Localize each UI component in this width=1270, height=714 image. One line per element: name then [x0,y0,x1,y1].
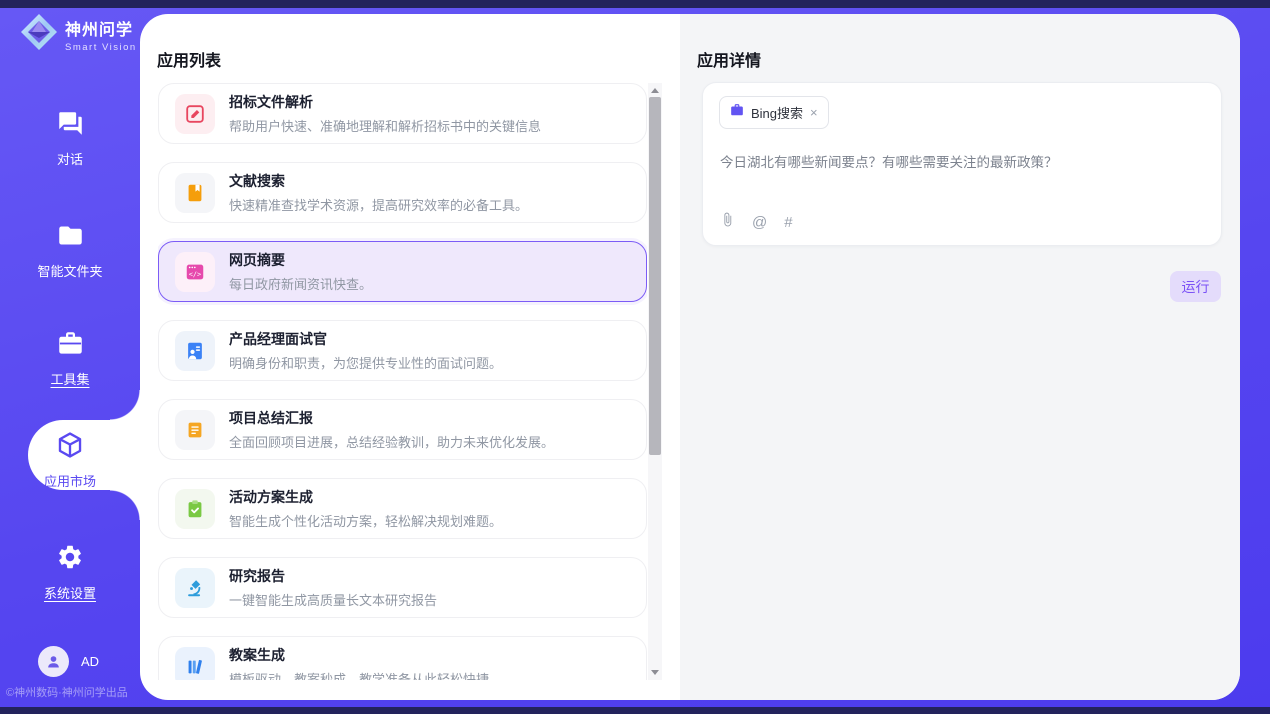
close-icon[interactable]: × [810,106,818,119]
gear-icon [56,543,84,576]
sidebar-item-label: 智能文件夹 [37,261,102,280]
app-card-title: 活动方案生成 [229,487,502,507]
chat-icon [57,110,84,142]
content-panel: 应用列表 招标文件解析 帮助用户快速、准确地理解和解析招标书中的关键信息 文献搜… [140,14,1240,700]
app-card-lesson-plan[interactable]: 教案生成 模板驱动，教案秒成，教学准备从此轻松快捷 [158,636,647,680]
books-icon [175,647,215,681]
cube-icon [56,431,84,464]
app-card-project-summary[interactable]: 项目总结汇报 全面回顾项目进展，总结经验教训，助力未来优化发展。 [158,399,647,460]
scroll-up-icon[interactable] [651,88,659,93]
app-card-desc: 快速精准查找学术资源，提高研究效率的必备工具。 [229,195,528,214]
app-detail-title: 应用详情 [697,47,761,71]
app-list-scrollbar[interactable] [648,83,662,680]
sidebar-item-label: 工具集 [50,369,89,388]
query-editor-card[interactable]: Bing搜索 × 今日湖北有哪些新闻要点？有哪些需要关注的最新政策？ @ # [702,82,1222,246]
editor-toolbar: @ # [720,212,793,232]
app-card-desc: 帮助用户快速、准确地理解和解析招标书中的关键信息 [229,116,541,135]
copyright-footer: ©神州数码·神州问学出品 [6,684,128,700]
app-card-desc: 智能生成个性化活动方案，轻松解决规划难题。 [229,511,502,530]
app-card-literature-search[interactable]: 文献搜索 快速精准查找学术资源，提高研究效率的必备工具。 [158,162,647,223]
svg-text:</>: </> [189,270,201,278]
app-list: 招标文件解析 帮助用户快速、准确地理解和解析招标书中的关键信息 文献搜索 快速精… [158,83,647,680]
tool-chip-bing-search[interactable]: Bing搜索 × [719,96,829,129]
scroll-down-icon[interactable] [651,670,659,675]
query-input[interactable]: 今日湖北有哪些新闻要点？有哪些需要关注的最新政策？ [720,151,1200,171]
clipboard-check-icon [175,489,215,529]
app-card-web-summary[interactable]: </> 网页摘要 每日政府新闻资讯快查。 [158,241,647,302]
app-card-desc: 明确身份和职责，为您提供专业性的面试问题。 [229,353,502,372]
app-card-title: 文献搜索 [229,171,528,191]
browser-code-icon: </> [175,252,215,292]
briefcase-icon [730,103,744,122]
brand-name: 神州问学 [65,16,137,40]
app-card-title: 招标文件解析 [229,92,541,112]
sidebar-item-label: 系统设置 [44,583,96,602]
run-button[interactable]: 运行 [1170,271,1221,302]
book-icon [175,173,215,213]
brand-logo: 神州问学 Smart Vision [20,13,137,56]
app-card-research-report[interactable]: 研究报告 一键智能生成高质量长文本研究报告 [158,557,647,618]
app-card-title: 教案生成 [229,645,489,665]
note-icon [175,410,215,450]
toolbox-icon [57,330,84,362]
diamond-logo-icon [20,13,58,56]
avatar[interactable] [38,646,69,677]
app-card-title: 网页摘要 [229,250,372,270]
sidebar-item-settings[interactable]: 系统设置 [0,543,140,602]
folder-icon [57,222,84,254]
app-card-bid-parse[interactable]: 招标文件解析 帮助用户快速、准确地理解和解析招标书中的关键信息 [158,83,647,144]
user-name: AD [81,654,99,669]
sidebar-item-label: 对话 [57,149,83,168]
brand-subtitle: Smart Vision [65,42,137,53]
app-card-title: 项目总结汇报 [229,408,554,428]
user-account[interactable]: AD [38,646,99,677]
app-card-title: 研究报告 [229,566,437,586]
mention-icon[interactable]: @ [752,214,767,231]
app-card-desc: 模板驱动，教案秒成，教学准备从此轻松快捷 [229,669,489,680]
person-doc-icon [175,331,215,371]
sidebar-item-app-market[interactable]: 应用市场 [0,431,140,490]
sidebar-item-chat[interactable]: 对话 [0,110,140,168]
pen-square-icon [175,94,215,134]
app-card-desc: 全面回顾项目进展，总结经验教训，助力未来优化发展。 [229,432,554,451]
microscope-icon [175,568,215,608]
sidebar-item-toolset[interactable]: 工具集 [0,330,140,388]
app-card-desc: 一键智能生成高质量长文本研究报告 [229,590,437,609]
app-card-event-plan[interactable]: 活动方案生成 智能生成个性化活动方案，轻松解决规划难题。 [158,478,647,539]
app-detail-pane: 应用详情 Bing搜索 × 今日湖北有哪些新闻要点？有哪些需要关注的最新政策？ … [680,14,1240,700]
sidebar-item-label: 应用市场 [44,471,96,490]
sidebar-item-smart-folder[interactable]: 智能文件夹 [0,222,140,280]
app-card-title: 产品经理面试官 [229,329,502,349]
hash-icon[interactable]: # [784,214,792,231]
scrollbar-thumb[interactable] [649,97,661,455]
paperclip-icon[interactable] [720,212,735,232]
app-card-pm-interviewer[interactable]: 产品经理面试官 明确身份和职责，为您提供专业性的面试问题。 [158,320,647,381]
app-card-desc: 每日政府新闻资讯快查。 [229,274,372,293]
app-list-title: 应用列表 [157,47,221,71]
tool-chip-label: Bing搜索 [751,103,803,122]
